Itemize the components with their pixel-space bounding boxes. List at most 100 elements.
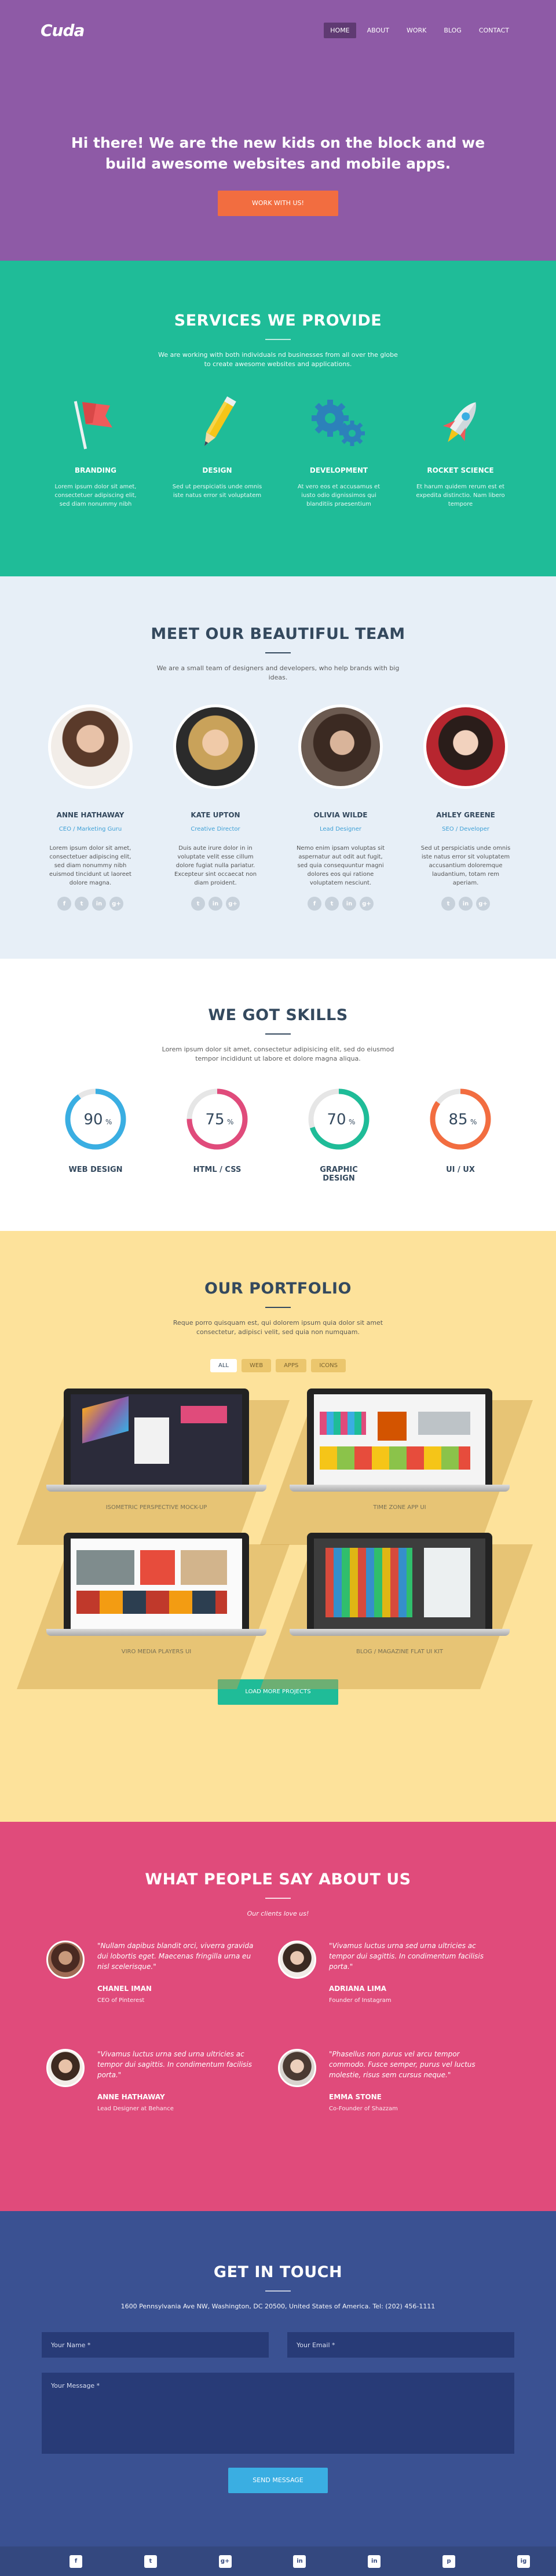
nav-home[interactable]: HOME [324,23,356,38]
pinterest-icon[interactable]: p [442,2555,456,2568]
skill-name: WEB DESIGN [68,1165,123,1174]
project-card[interactable]: BLOG / MAGAZINE FLAT UI KIT [260,1533,533,1689]
avatar [278,1941,316,1979]
testimonials-list: "Nullam dapibus blandit orci, viverra gr… [0,1941,556,2112]
team-member: OLIVIA WILDE Lead Designer Nemo enim ips… [295,704,386,911]
filter-all[interactable]: ALL [210,1359,237,1372]
linkedin-icon[interactable]: in [342,897,356,911]
twitter-icon[interactable]: t [75,897,89,911]
email-field[interactable] [287,2332,514,2358]
service-text: Lorem ipsum dolor sit amet, consectetuer… [54,484,137,507]
linkedin-icon[interactable]: in [92,897,106,911]
member-role: CEO / Marketing Guru [58,826,122,832]
linkedin-icon[interactable]: in [368,2555,381,2568]
member-name: OLIVIA WILDE [313,811,368,819]
services-subtitle: We are working with both individuals nd … [158,351,398,368]
hero-section: Cuda HOME ABOUT WORK BLOG CONTACT Hi the… [0,0,556,261]
avatar [46,1941,85,1979]
name-field[interactable] [42,2332,269,2358]
footer-social-bar: f t g+ in in p ig [0,2546,556,2576]
skills-subtitle: Lorem ipsum dolor sit amet, consectetur … [162,1046,394,1062]
member-role: SEO / Developer [442,826,489,832]
portfolio-section: OUR PORTFOLIO Reque porro quisquam est, … [0,1231,556,1822]
avatar [423,704,508,789]
hero-headline: Hi there! We are the new kids on the blo… [71,134,485,172]
testimonial-author: ADRIANA LIMA [329,1985,387,1993]
nav-work[interactable]: WORK [400,23,433,38]
pencil-icon [171,392,264,456]
linkedin-icon[interactable]: in [459,897,473,911]
gears-icon [292,392,385,456]
twitter-icon[interactable]: t [441,897,455,911]
filter-apps[interactable]: APPS [276,1359,307,1372]
logo[interactable]: Cuda [41,21,85,40]
service-name: BRANDING [74,466,117,474]
skill-item: 75 % HTML / CSS [185,1087,250,1183]
facebook-icon[interactable]: f [57,897,71,911]
testimonials-title: WHAT PEOPLE SAY ABOUT US [145,1870,411,1888]
message-field[interactable] [42,2373,514,2454]
team-member: AHLEY GREENE SEO / Developer Sed ut pers… [420,704,511,911]
project-card[interactable]: TIME ZONE APP UI [260,1389,533,1545]
portfolio-filters: ALL WEB APPS ICONS [0,1359,556,1372]
testimonial-position: Founder of Instagram [329,1997,392,2004]
send-message-button[interactable]: SEND MESSAGE [228,2468,328,2493]
services-title: SERVICES WE PROVIDE [174,312,382,330]
avatar [298,704,383,789]
member-bio: Nemo enim ipsam voluptas sit aspernatur … [296,845,385,886]
testimonials-subtitle: Our clients love us! [247,1910,309,1917]
member-socials: f t in g+ [295,897,386,911]
skill-percent: 85 [448,1111,467,1128]
skill-name: HTML / CSS [193,1165,242,1174]
google-plus-icon[interactable]: g+ [218,2555,232,2568]
nav-contact[interactable]: CONTACT [473,23,515,38]
avatar [46,2049,85,2087]
linkedin-icon[interactable]: in [209,897,222,911]
facebook-icon[interactable]: f [70,2555,82,2568]
member-socials: t in g+ [420,897,511,911]
team-subtitle: We are a small team of designers and dev… [156,664,400,681]
service-name: DESIGN [202,466,232,474]
facebook-icon[interactable]: f [308,897,321,911]
avatar [278,2049,316,2087]
service-text: At vero eos et accusamus et iusto odio d… [297,484,381,507]
portfolio-title: OUR PORTFOLIO [204,1280,352,1298]
work-with-us-button[interactable]: WORK WITH US! [218,191,338,216]
linkedin-icon[interactable]: in [293,2555,306,2568]
project-card[interactable]: ISOMETRIC PERSPECTIVE MOCK-UP [17,1389,290,1545]
avatar [173,704,258,789]
nav-about[interactable]: ABOUT [361,23,396,38]
testimonial-author: EMMA STONE [329,2093,382,2101]
google-plus-icon[interactable]: g+ [476,897,490,911]
testimonial-author: ANNE HATHAWAY [97,2093,165,2101]
skill-percent: 90 [83,1111,103,1128]
testimonial-position: CEO of Pinterest [97,1997,145,2004]
skill-name: GRAPHIC DESIGN [320,1165,358,1183]
member-name: AHLEY GREENE [436,811,495,819]
filter-icons[interactable]: ICONS [311,1359,346,1372]
twitter-icon[interactable]: t [144,2555,157,2568]
google-plus-icon[interactable]: g+ [360,897,374,911]
skill-ring: 85 % [430,1088,491,1150]
rocket-icon [414,392,507,456]
project-card[interactable]: VIRO MEDIA PLAYERS UI [17,1533,290,1689]
google-plus-icon[interactable]: g+ [109,897,123,911]
twitter-icon[interactable]: t [191,897,205,911]
contact-section: GET IN TOUCH 1600 Pennsylvania Ave NW, W… [0,2211,556,2576]
nav-blog[interactable]: BLOG [437,23,467,38]
testimonial-quote: "Phasellus non purus vel arcu tempor com… [329,2050,475,2079]
avatar [48,704,133,789]
divider [265,2290,291,2292]
instagram-icon[interactable]: ig [517,2555,530,2568]
main-menu: HOME ABOUT WORK BLOG CONTACT [324,23,515,38]
google-plus-icon[interactable]: g+ [226,897,240,911]
filter-web[interactable]: WEB [242,1359,272,1372]
testimonial: "Phasellus non purus vel arcu tempor com… [278,2049,510,2112]
laptop-mockup [46,1389,266,1492]
twitter-icon[interactable]: t [325,897,339,911]
member-name: KATE UPTON [191,811,240,819]
laptop-mockup [290,1533,510,1636]
services-section: SERVICES WE PROVIDE We are working with … [0,261,556,576]
skills-list: 90 % WEB DESIGN 75 % HTML / CSS 70 % GRA… [0,1087,556,1183]
divider [265,652,291,653]
